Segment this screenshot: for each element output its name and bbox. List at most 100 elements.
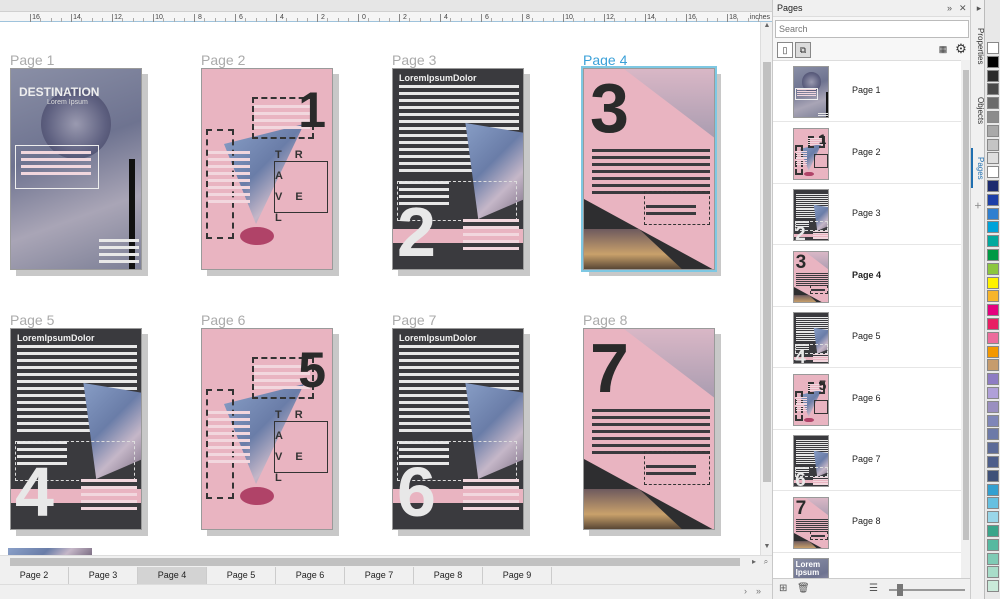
color-swatch[interactable] xyxy=(987,525,999,537)
color-swatch[interactable] xyxy=(987,290,999,303)
delete-page-icon[interactable]: 🗑 xyxy=(797,583,810,594)
page-label[interactable]: Page 6 xyxy=(201,312,245,328)
pages-list-scroll-thumb[interactable] xyxy=(963,70,969,540)
color-swatch[interactable] xyxy=(987,414,999,427)
horizontal-scroll-thumb[interactable] xyxy=(10,558,740,566)
color-swatch[interactable] xyxy=(987,276,999,289)
next-page-icon[interactable]: › xyxy=(744,586,747,596)
tab-pages[interactable]: Pages xyxy=(971,148,985,188)
canvas-vertical-scrollbar[interactable]: ▲ ▼ xyxy=(760,22,772,555)
thumbnail-size-slider[interactable] xyxy=(889,584,965,596)
color-swatch[interactable] xyxy=(987,207,999,220)
color-swatch[interactable] xyxy=(987,97,999,110)
horizontal-ruler[interactable]: 16 14 12 10 8 6 4 2 0 2 4 6 8 10 12 14 16 18 inches xyxy=(0,0,772,22)
color-swatch[interactable] xyxy=(987,111,999,123)
side-tabs-arrow-icon[interactable]: ▸ xyxy=(971,4,985,14)
color-swatch[interactable] xyxy=(987,221,999,234)
color-swatch[interactable] xyxy=(987,193,999,206)
page-label[interactable]: Page 8 xyxy=(583,312,627,328)
list-view-icon[interactable]: ☰ xyxy=(869,583,878,594)
docker-close-icon[interactable]: ✕ xyxy=(959,0,967,17)
color-swatch[interactable] xyxy=(987,469,999,482)
color-swatch[interactable] xyxy=(987,511,999,524)
page-thumbnail[interactable]: 1 T R A V E L xyxy=(201,68,333,270)
color-swatch[interactable] xyxy=(987,331,999,344)
color-swatch[interactable] xyxy=(987,387,999,399)
page-thumbnail[interactable]: 7 xyxy=(583,328,715,530)
color-swatch[interactable] xyxy=(987,304,999,317)
page-tab[interactable]: Page 7 xyxy=(345,567,414,584)
page-thumbnail[interactable]: 5 T R A V E L xyxy=(201,328,333,530)
page-label[interactable]: Page 7 xyxy=(392,312,436,328)
add-docker-icon[interactable]: + xyxy=(971,202,985,209)
color-swatch[interactable] xyxy=(987,42,999,54)
page-label[interactable]: Page 4 xyxy=(583,52,627,68)
canvas-horizontal-scrollbar[interactable]: ▸ ⌕ xyxy=(0,555,772,567)
pages-list-item[interactable]: 1 Page 2 xyxy=(773,123,961,184)
pages-list-item[interactable]: 3 Page 4 xyxy=(773,246,961,307)
color-swatch[interactable] xyxy=(987,180,999,192)
pages-list-item[interactable]: Lorem IpsumPage 9 xyxy=(773,553,961,578)
page-thumbnail[interactable]: LoremIpsumDolor 2 xyxy=(392,68,524,270)
thumbnail-size-slider-knob[interactable] xyxy=(897,584,903,596)
color-swatch[interactable] xyxy=(987,124,999,137)
color-swatch[interactable] xyxy=(987,235,999,248)
color-swatch[interactable] xyxy=(987,552,999,565)
page-thumbnail[interactable]: LoremIpsumDolor 6 xyxy=(392,328,524,530)
color-swatch[interactable] xyxy=(987,442,999,455)
thumbnail-grid-icon[interactable]: ▦ xyxy=(935,42,951,58)
color-swatch[interactable] xyxy=(987,359,999,372)
color-swatch[interactable] xyxy=(987,483,999,496)
page-tab[interactable]: Page 6 xyxy=(276,567,345,584)
color-swatch[interactable] xyxy=(987,580,999,593)
color-swatch[interactable] xyxy=(987,166,999,179)
color-swatch[interactable] xyxy=(987,566,999,579)
multi-page-view-icon[interactable]: ⧉ xyxy=(795,42,811,58)
next-row-partial-thumbnail[interactable] xyxy=(8,548,92,555)
color-swatch[interactable] xyxy=(987,152,999,165)
color-swatch[interactable] xyxy=(987,400,999,413)
color-swatch[interactable] xyxy=(987,318,999,330)
docker-collapse-icon[interactable]: » xyxy=(947,0,952,17)
color-swatch[interactable] xyxy=(987,249,999,261)
tab-properties[interactable]: Properties xyxy=(971,18,985,74)
page-label[interactable]: Page 2 xyxy=(201,52,245,68)
color-swatch[interactable] xyxy=(987,83,999,96)
pages-list-item[interactable]: 6 Page 7 xyxy=(773,430,961,491)
last-page-icon[interactable]: » xyxy=(756,586,761,596)
page-tab[interactable]: Page 9 xyxy=(483,567,552,584)
page-tab[interactable]: Page 3 xyxy=(69,567,138,584)
add-page-icon[interactable]: ⊞ xyxy=(779,583,787,594)
page-tab[interactable]: Page 8 xyxy=(414,567,483,584)
page-label[interactable]: Page 3 xyxy=(392,52,436,68)
vertical-scroll-thumb[interactable] xyxy=(763,62,771,482)
pages-list[interactable]: Page 1 1 Page 2 2 Page 3 3 Page 4 4 Page 5 5 Page … xyxy=(773,60,961,578)
tab-objects[interactable]: Objects xyxy=(971,88,985,134)
color-swatch[interactable] xyxy=(987,373,999,386)
pages-list-item[interactable]: 2 Page 3 xyxy=(773,184,961,245)
pages-list-item[interactable]: 5 Page 6 xyxy=(773,369,961,430)
page-thumbnail[interactable]: LoremIpsumDolor 4 xyxy=(10,328,142,530)
page-tab[interactable]: Page 2 xyxy=(0,567,69,584)
single-page-view-icon[interactable]: ▯ xyxy=(777,42,793,58)
page-label[interactable]: Page 5 xyxy=(10,312,54,328)
page-label[interactable]: Page 1 xyxy=(10,52,54,68)
page-sorter-canvas[interactable]: Page 1 DESTINATION Lorem Ipsum Page 21T R A… xyxy=(0,22,760,555)
page-thumbnail[interactable]: DESTINATION Lorem Ipsum xyxy=(10,68,142,270)
color-swatch[interactable] xyxy=(987,138,999,151)
color-swatch[interactable] xyxy=(987,345,999,358)
pages-list-item[interactable]: 7 Page 8 xyxy=(773,492,961,553)
pages-list-item[interactable]: 4 Page 5 xyxy=(773,307,961,368)
color-swatch[interactable] xyxy=(987,262,999,275)
pages-search-input[interactable] xyxy=(775,20,969,38)
color-swatch[interactable] xyxy=(987,456,999,468)
color-swatch[interactable] xyxy=(987,428,999,441)
color-swatch[interactable] xyxy=(987,55,999,68)
gear-icon[interactable]: ⚙ xyxy=(953,42,969,58)
page-tab[interactable]: Page 4 xyxy=(138,567,207,584)
pages-list-item[interactable]: Page 1 xyxy=(773,61,961,122)
color-swatch[interactable] xyxy=(987,538,999,551)
page-thumbnail[interactable]: 3 xyxy=(581,66,717,272)
color-swatch[interactable] xyxy=(987,69,999,82)
page-tab[interactable]: Page 5 xyxy=(207,567,276,584)
